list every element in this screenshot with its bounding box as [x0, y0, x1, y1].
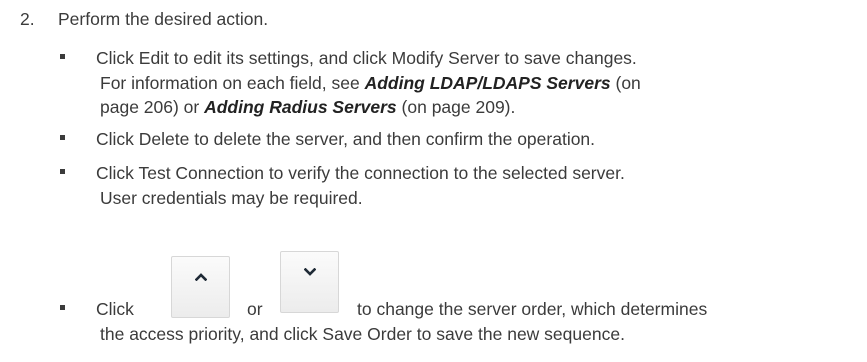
bullet-text: Click [96, 299, 134, 319]
text-run: (on [610, 73, 641, 93]
cross-reference-ldap[interactable]: Adding LDAP/LDAPS Servers [365, 73, 611, 93]
move-down-button-image [280, 251, 339, 313]
text-run: page 206) or [100, 97, 205, 117]
text-run: For information on each field, see [100, 73, 365, 93]
cross-reference-radius[interactable]: Adding Radius Servers [204, 97, 397, 117]
bullet-text: the access priority, and click Save Orde… [100, 324, 625, 344]
bullet-marker [60, 169, 65, 174]
bullet-text: to change the server order, which determ… [357, 299, 708, 319]
step-text: Perform the desired action. [58, 9, 269, 29]
bullet-text: Click Delete to delete the server, and t… [96, 129, 596, 149]
bullet-marker [60, 305, 65, 310]
bullet-text: For information on each field, see Addin… [100, 71, 641, 95]
move-up-arrow-icon [195, 273, 207, 281]
bullet-text: or [247, 299, 263, 319]
step-number: 2. [20, 9, 35, 29]
text-run: (on page 209). [396, 97, 516, 117]
bullet-marker [60, 54, 65, 59]
move-down-arrow-icon [304, 268, 316, 276]
move-up-button-image [171, 256, 230, 318]
bullet-text: Click Test Connection to verify the conn… [96, 163, 625, 183]
bullet-text: User credentials may be required. [100, 188, 363, 208]
bullet-text: Click Edit to edit its settings, and cli… [96, 48, 637, 68]
bullet-text: page 206) or Adding Radius Servers (on p… [100, 95, 515, 119]
bullet-marker [60, 135, 65, 140]
